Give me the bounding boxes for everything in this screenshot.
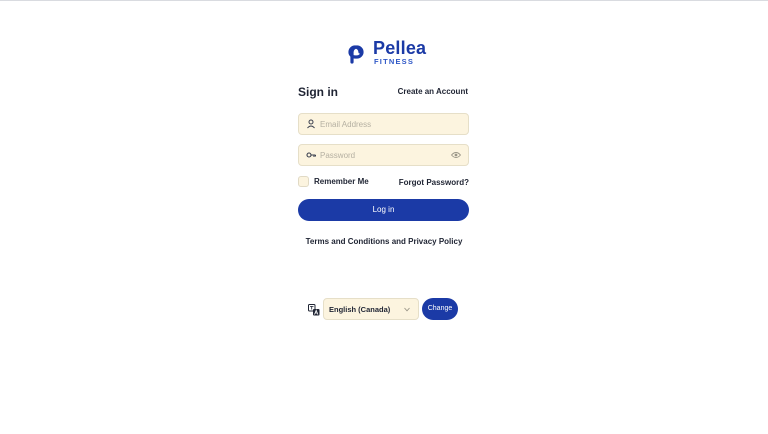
login-button[interactable]: Log in bbox=[298, 199, 469, 221]
email-field[interactable] bbox=[298, 113, 469, 135]
password-field[interactable] bbox=[298, 144, 469, 166]
translate-icon bbox=[308, 304, 320, 316]
brand-name: Pellea bbox=[373, 38, 427, 58]
brand-logo: Pellea FITNESS bbox=[344, 38, 434, 66]
change-language-button[interactable]: Change bbox=[422, 298, 458, 320]
create-account-link[interactable]: Create an Account bbox=[398, 87, 468, 96]
forgot-password-link[interactable]: Forgot Password? bbox=[399, 178, 469, 187]
eye-icon[interactable] bbox=[451, 151, 461, 159]
login-page: Pellea FITNESS Sign in Create an Account… bbox=[0, 0, 768, 434]
user-icon bbox=[307, 119, 315, 129]
pellea-logo-icon bbox=[348, 45, 364, 64]
password-input[interactable] bbox=[320, 145, 450, 165]
top-divider bbox=[0, 0, 768, 1]
terms-privacy-link[interactable]: Terms and Conditions and Privacy Policy bbox=[0, 237, 768, 246]
key-icon bbox=[306, 152, 316, 158]
remember-me-label: Remember Me bbox=[314, 177, 369, 186]
page-title: Sign in bbox=[298, 85, 338, 99]
chevron-down-icon bbox=[404, 307, 410, 312]
brand-subtitle: FITNESS bbox=[374, 57, 415, 66]
language-select[interactable]: English (Canada) bbox=[323, 298, 419, 320]
email-input[interactable] bbox=[320, 114, 450, 134]
language-value: English (Canada) bbox=[329, 305, 391, 314]
remember-me-checkbox[interactable] bbox=[298, 176, 309, 187]
